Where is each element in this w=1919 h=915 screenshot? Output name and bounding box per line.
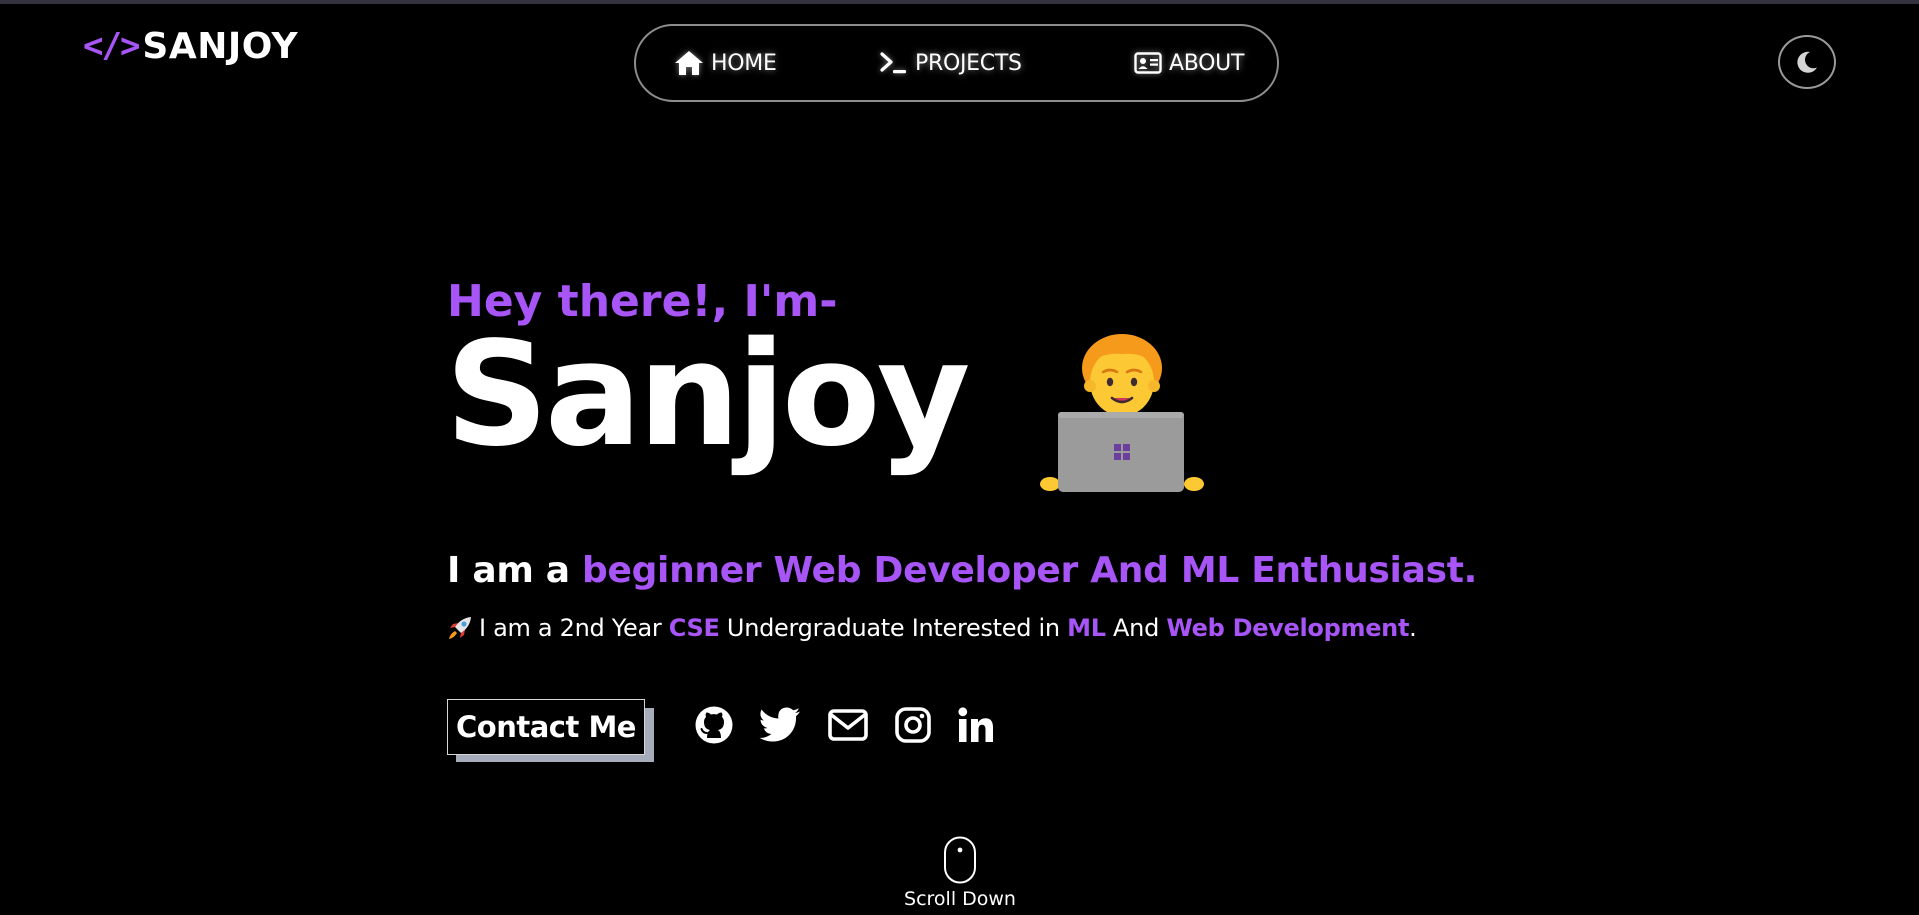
nav-projects[interactable]: PROJECTS	[880, 26, 1022, 100]
id-card-icon	[1134, 52, 1162, 74]
main-nav: HOME PROJECTS ABOUT	[634, 24, 1279, 102]
hero-description: I am a 2nd Year CSE Undergraduate Intere…	[447, 614, 1417, 642]
hero-tagline: I am a beginner Web Developer And ML Ent…	[447, 550, 1477, 591]
home-icon	[675, 51, 703, 75]
instagram-link[interactable]	[892, 703, 934, 747]
desc-part-1: I am a 2nd Year	[479, 614, 669, 642]
github-icon	[695, 706, 733, 744]
rocket-emoji	[449, 617, 471, 639]
twitter-link[interactable]	[757, 703, 803, 747]
github-link[interactable]	[692, 703, 736, 747]
scroll-down-indicator[interactable]: Scroll Down	[880, 836, 1040, 910]
desc-highlight-webdev: Web Development	[1166, 614, 1410, 642]
instagram-icon	[895, 707, 931, 743]
desc-highlight-cse: CSE	[668, 614, 720, 642]
hero-name: Sanjoy	[445, 310, 971, 478]
twitter-icon	[759, 707, 800, 742]
nav-about-label: ABOUT	[1169, 50, 1245, 76]
desc-part-2: Undergraduate Interested in	[719, 614, 1068, 642]
contact-me-button[interactable]: Contact Me	[447, 699, 645, 755]
mail-link[interactable]	[826, 703, 870, 747]
contact-button-wrapper: Contact Me	[447, 699, 655, 763]
nav-home-label: HOME	[711, 50, 777, 76]
scroll-down-label: Scroll Down	[904, 888, 1016, 910]
desc-part-3: And	[1105, 614, 1167, 642]
desc-part-4: .	[1409, 614, 1417, 642]
terminal-icon	[880, 52, 906, 74]
tagline-highlight: beginner Web Developer And ML Enthusiast…	[582, 550, 1477, 591]
technologist-emoji	[1040, 330, 1205, 499]
desc-highlight-ml: ML	[1067, 614, 1106, 642]
mouse-icon	[944, 836, 976, 884]
logo-text: SANJOY	[142, 25, 299, 67]
nav-home[interactable]: HOME	[674, 26, 777, 100]
theme-toggle-button[interactable]	[1778, 35, 1836, 89]
nav-projects-label: PROJECTS	[915, 50, 1022, 76]
code-brackets-icon: </>	[83, 26, 140, 66]
moon-icon	[1797, 51, 1817, 73]
site-logo[interactable]: </> SANJOY	[83, 24, 298, 68]
mail-icon	[828, 709, 868, 741]
nav-about[interactable]: ABOUT	[1134, 26, 1244, 100]
linkedin-icon	[958, 707, 993, 742]
tagline-prefix: I am a	[447, 550, 582, 591]
linkedin-link[interactable]	[955, 703, 997, 747]
top-border	[0, 0, 1919, 4]
